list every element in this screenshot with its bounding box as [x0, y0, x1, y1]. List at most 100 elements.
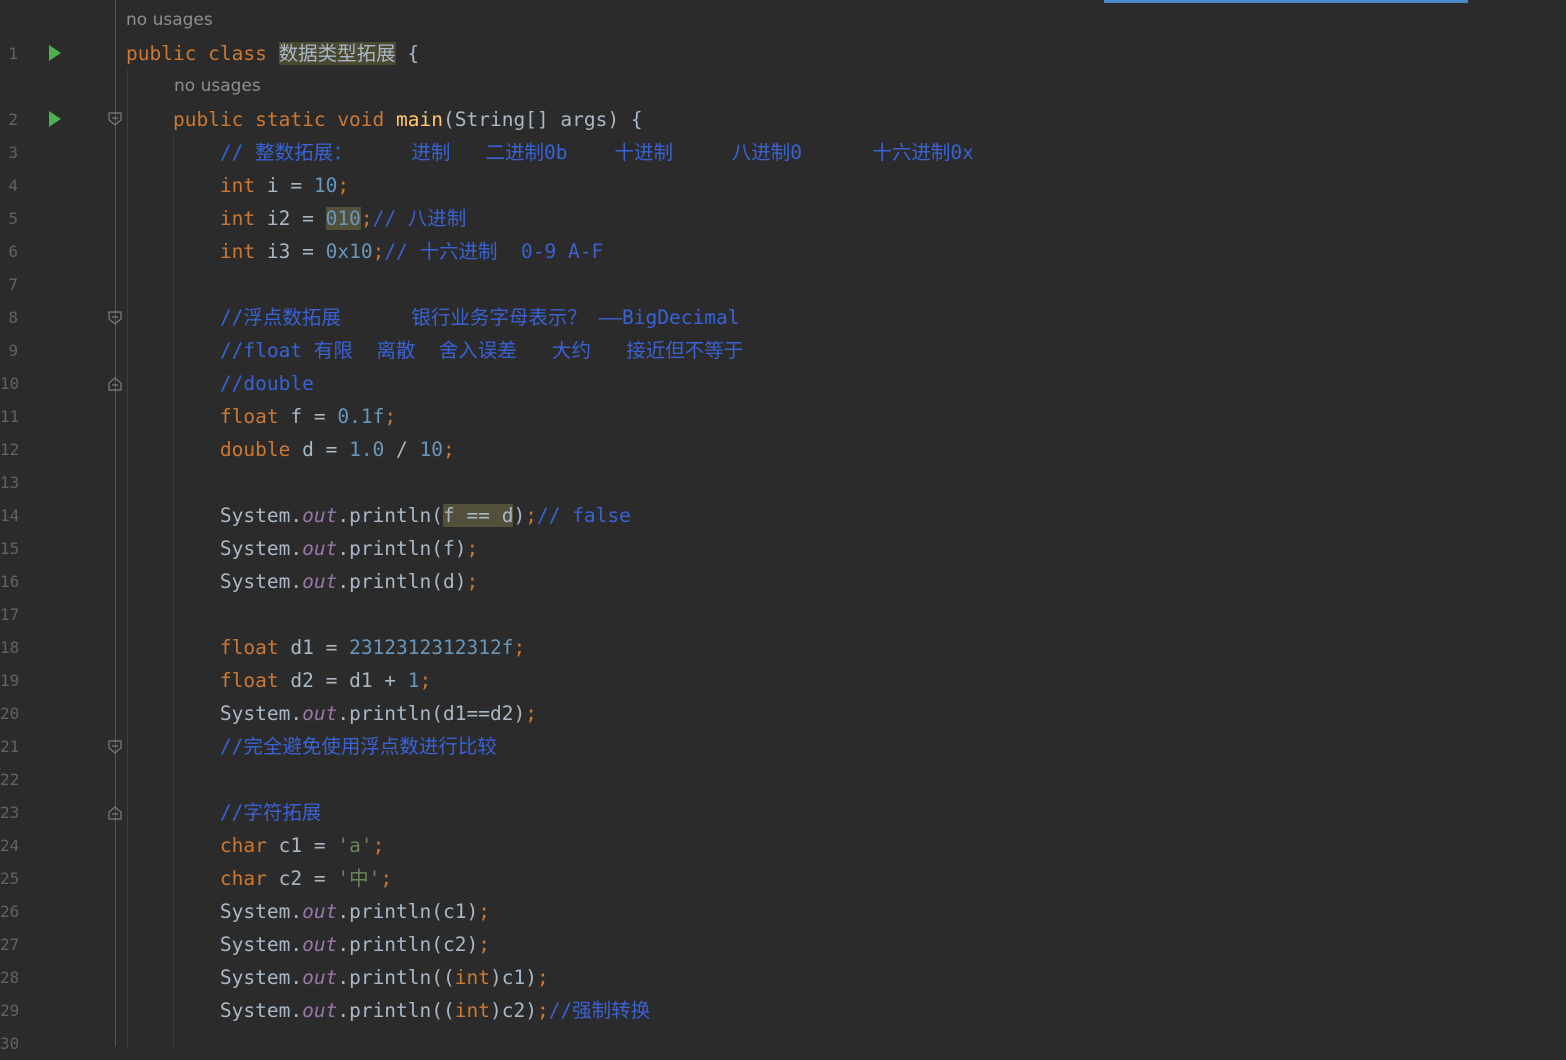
- code-line[interactable]: // 整数拓展： 进制 二进制0b 十进制 八进制0 十六进制0x: [126, 136, 974, 169]
- code-line[interactable]: System.out.println(c2);: [126, 928, 490, 961]
- line-number: 29: [0, 1001, 18, 1020]
- code-line[interactable]: System.out.println(d);: [126, 565, 478, 598]
- code-token: c1 =: [278, 834, 338, 857]
- fold-collapse-icon[interactable]: [108, 740, 122, 754]
- line-number: 15: [0, 539, 18, 558]
- code-token: int: [126, 207, 267, 230]
- code-line[interactable]: int i3 = 0x10;// 十六进制 0-9 A-F: [126, 235, 603, 268]
- fold-end-icon[interactable]: [108, 806, 122, 820]
- code-token: out: [302, 702, 338, 725]
- code-token: float: [126, 405, 291, 428]
- code-token: 10: [313, 174, 338, 197]
- code-line[interactable]: float f = 0.1f;: [126, 400, 396, 433]
- code-token: ;: [466, 537, 479, 560]
- code-token: ;: [372, 834, 385, 857]
- code-token: 0x10: [325, 240, 373, 263]
- line-number: 9: [8, 341, 18, 360]
- line-number: 2: [8, 110, 18, 129]
- code-token: 010: [325, 207, 361, 230]
- code-token: ;: [513, 636, 526, 659]
- code-token: 2312312312312f: [349, 636, 514, 659]
- code-token: float: [126, 669, 291, 692]
- code-line[interactable]: System.out.println(c1);: [126, 895, 490, 928]
- code-token: //强制转换: [548, 999, 651, 1022]
- fold-collapse-icon[interactable]: [108, 311, 122, 325]
- code-token: ;: [443, 438, 455, 461]
- code-token: /: [384, 438, 420, 461]
- code-line[interactable]: System.out.println((int)c2);//强制转换: [126, 994, 650, 1027]
- code-line[interactable]: //字符拓展: [126, 796, 322, 829]
- fold-end-icon[interactable]: [108, 377, 122, 391]
- code-line[interactable]: float d1 = 2312312312312f;: [126, 631, 525, 664]
- code-token: public class: [126, 42, 279, 65]
- code-token: char: [126, 867, 279, 890]
- code-token: out: [302, 537, 338, 560]
- code-token: System.: [126, 933, 303, 956]
- code-line[interactable]: //浮点数拓展 银行业务字母表示？ ——BigDecimal: [126, 301, 740, 334]
- code-token: // 八进制: [372, 207, 467, 230]
- code-line[interactable]: System.out.println((int)c1);: [126, 961, 549, 994]
- gutter-divider: [115, 0, 116, 1047]
- line-number: 1: [8, 44, 18, 63]
- code-line[interactable]: //double: [126, 367, 314, 400]
- code-line[interactable]: System.out.println(f);: [126, 532, 478, 565]
- line-number: 17: [0, 605, 18, 624]
- fold-collapse-icon[interactable]: [108, 112, 122, 126]
- code-token: f =: [290, 405, 338, 428]
- code-token: ): [513, 504, 526, 527]
- code-token: i2 =: [266, 207, 326, 230]
- code-token: ;: [466, 570, 479, 593]
- line-number: 14: [0, 506, 18, 525]
- line-number: 6: [8, 242, 18, 261]
- line-number: 4: [8, 176, 18, 195]
- line-number: 28: [0, 968, 18, 987]
- code-line[interactable]: System.out.println(f == d);// false: [126, 499, 631, 532]
- code-token: char: [126, 834, 279, 857]
- code-token: )c2): [489, 999, 537, 1022]
- line-number: 22: [0, 770, 18, 789]
- code-line[interactable]: System.out.println(d1==d2);: [126, 697, 537, 730]
- code-token: ;: [478, 900, 490, 923]
- code-line[interactable]: double d = 1.0 / 10;: [126, 433, 455, 466]
- line-number: 11: [0, 407, 18, 426]
- code-token: out: [302, 966, 338, 989]
- code-line[interactable]: int i = 10;: [126, 169, 349, 202]
- code-token: int: [454, 966, 490, 989]
- code-token: int: [454, 999, 490, 1022]
- code-line[interactable]: float d2 = d1 + 1;: [126, 664, 431, 697]
- code-area[interactable]: public class 数据类型拓展 { public static void…: [126, 0, 1566, 1047]
- code-token: .println(: [337, 504, 444, 527]
- line-number: 3: [8, 143, 18, 162]
- code-token: ;: [380, 867, 393, 890]
- code-token: //完全避免使用浮点数进行比较: [126, 735, 497, 758]
- line-number: 5: [8, 209, 18, 228]
- run-class-icon[interactable]: [49, 45, 61, 61]
- code-token: )c1): [489, 966, 537, 989]
- line-number: 8: [8, 308, 18, 327]
- code-token: //float 有限 离散 舍入误差 大约 接近但不等于: [126, 339, 744, 362]
- code-token: double: [126, 438, 303, 461]
- code-token: (String[] args) {: [443, 108, 643, 131]
- code-token: d2 = d1 +: [290, 669, 408, 692]
- code-token: ;: [337, 174, 350, 197]
- code-token: .println((: [337, 999, 455, 1022]
- code-token: System.: [126, 966, 303, 989]
- code-line[interactable]: //完全避免使用浮点数进行比较: [126, 730, 497, 763]
- code-line[interactable]: public static void main(String[] args) {: [126, 103, 643, 136]
- code-line[interactable]: //float 有限 离散 舍入误差 大约 接近但不等于: [126, 334, 743, 367]
- code-token: float: [126, 636, 291, 659]
- code-line[interactable]: char c2 = '中';: [126, 862, 392, 895]
- code-line[interactable]: public class 数据类型拓展 {: [126, 37, 419, 70]
- code-token: 10: [419, 438, 444, 461]
- code-token: // 整数拓展： 进制 二进制0b 十进制 八进制0 十六进制0x: [126, 141, 974, 164]
- code-token: i3 =: [266, 240, 326, 263]
- code-token: out: [302, 504, 338, 527]
- line-number: 23: [0, 803, 18, 822]
- code-token: {: [395, 42, 420, 65]
- code-token: // 十六进制 0-9 A-F: [384, 240, 604, 263]
- code-line[interactable]: int i2 = 010;// 八进制: [126, 202, 466, 235]
- run-main-icon[interactable]: [49, 111, 61, 127]
- code-line[interactable]: char c1 = 'a';: [126, 829, 384, 862]
- code-token: main: [396, 108, 443, 131]
- line-number: 25: [0, 869, 18, 888]
